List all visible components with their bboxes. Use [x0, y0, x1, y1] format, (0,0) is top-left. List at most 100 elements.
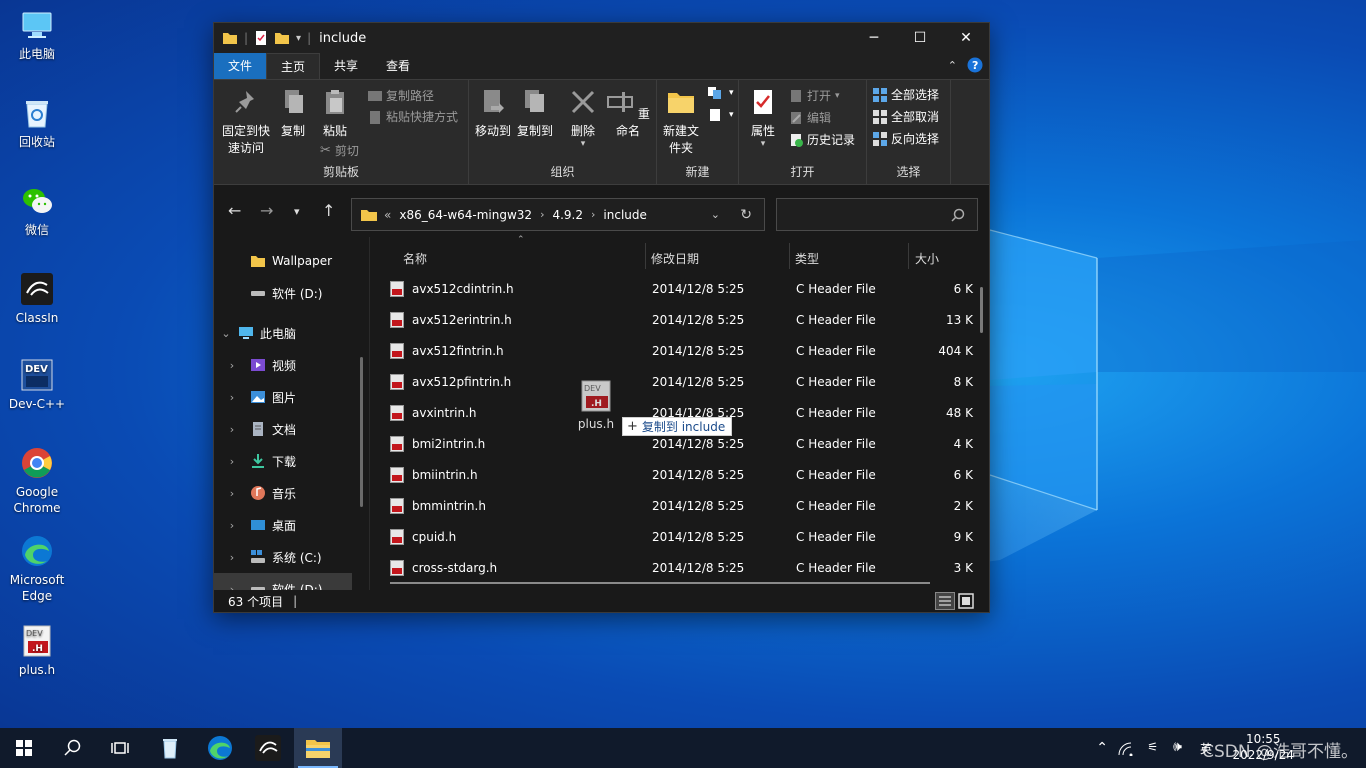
select-none-button[interactable]: 全部取消 [873, 108, 939, 125]
nav-item-desktop[interactable]: › 桌面 [214, 509, 354, 541]
desktop-icon-devcpp[interactable]: DEV Dev-C++ [4, 358, 70, 412]
nav-item-wallpaper[interactable]: Wallpaper [214, 245, 354, 277]
refresh-icon[interactable]: ↻ [740, 207, 752, 223]
table-row[interactable]: cross-stdarg.h 2014/12/8 5:25 C Header Fil… [372, 553, 989, 584]
properties-icon[interactable] [254, 30, 268, 46]
select-all-button[interactable]: 全部选择 [873, 86, 939, 103]
taskbar-app-recycle[interactable] [146, 728, 194, 768]
copy-path-button[interactable]: 复制路径 [368, 87, 434, 104]
task-view-button[interactable] [96, 728, 144, 768]
taskbar-app-edge[interactable] [196, 728, 244, 768]
table-row[interactable]: avx512fintrin.h 2014/12/8 5:25 C Header Fi… [372, 336, 989, 367]
move-to-button[interactable]: 移动到 [473, 88, 513, 140]
search-box[interactable] [776, 198, 978, 231]
copy-to-button[interactable]: 复制到 [515, 88, 555, 140]
properties-button[interactable]: 属性 ▾ [745, 88, 781, 149]
nav-item-this-pc[interactable]: ⌄ 此电脑 [214, 317, 354, 349]
taskbar-app-file-explorer[interactable] [294, 728, 342, 768]
open-button[interactable]: 打开 ▾ [789, 87, 840, 104]
tab-home[interactable]: 主页 [266, 53, 321, 79]
maximize-button[interactable]: ☐ [897, 23, 943, 53]
nav-item-pictures[interactable]: › 图片 [214, 381, 354, 413]
details-view-icon[interactable] [935, 592, 955, 610]
delete-button[interactable]: 删除 ▾ [563, 88, 603, 149]
tab-share[interactable]: 共享 [320, 53, 372, 79]
breadcrumb-item[interactable]: include [603, 208, 646, 222]
close-button[interactable]: ✕ [943, 23, 989, 53]
desktop-icon-plus-h[interactable]: DEV .H plus.h [4, 624, 70, 678]
nav-item-drive-d-2[interactable]: › 软件 (D:) [214, 573, 352, 590]
easy-access-button[interactable]: ▾ [707, 108, 734, 122]
paste-shortcut-button[interactable]: 粘贴快捷方式 [368, 108, 458, 125]
table-row[interactable]: bmiintrin.h 2014/12/8 5:25 C Header File 6 … [372, 460, 989, 491]
network-icon[interactable] [1118, 742, 1134, 756]
search-button[interactable] [48, 728, 96, 768]
start-button[interactable] [0, 728, 48, 768]
new-item-button[interactable]: ▾ [707, 86, 734, 100]
up-arrow-icon[interactable]: ↑ [322, 201, 335, 220]
breadcrumb-item[interactable]: x86_64-w64-mingw32 [399, 208, 532, 222]
chevron-right-icon[interactable]: › [214, 487, 250, 500]
breadcrumb-separator-icon[interactable]: › [540, 208, 544, 221]
column-header-type[interactable]: 类型 [795, 250, 819, 267]
table-row[interactable]: cpuid.h 2014/12/8 5:25 C Header File 9 K [372, 522, 989, 553]
customize-toolbar-icon[interactable]: ▾ [296, 33, 301, 44]
paste-button[interactable]: 粘贴 [318, 88, 352, 140]
file-list-horizontal-scrollbar[interactable] [390, 582, 930, 584]
battery-saver-icon[interactable]: ⚟ [1147, 740, 1158, 754]
nav-item-downloads[interactable]: › 下载 [214, 445, 354, 477]
desktop-icon-this-pc[interactable]: 此电脑 [4, 8, 70, 62]
minimize-button[interactable]: ─ [851, 23, 897, 53]
back-arrow-icon[interactable]: ← [228, 201, 241, 220]
large-icons-view-icon[interactable] [957, 592, 975, 610]
tab-file[interactable]: 文件 [214, 53, 267, 79]
chevron-right-icon[interactable]: › [214, 583, 250, 591]
pin-quick-access-button[interactable]: 固定到快速访问 [218, 88, 274, 157]
chevron-right-icon[interactable]: › [214, 423, 250, 436]
breadcrumb-item[interactable]: 4.9.2 [552, 208, 583, 222]
address-bar[interactable]: « x86_64-w64-mingw32 › 4.9.2 › include ⌄… [351, 198, 765, 231]
show-hidden-icons-chevron-icon[interactable]: ⌃ [1096, 740, 1108, 756]
desktop-icon-chrome[interactable]: Google Chrome [4, 446, 70, 516]
chevron-right-icon[interactable]: › [214, 391, 250, 404]
chevron-right-icon[interactable]: › [214, 359, 250, 372]
chevron-right-icon[interactable]: › [214, 551, 250, 564]
recent-locations-chevron-icon[interactable]: ▾ [294, 205, 300, 218]
nav-item-videos[interactable]: › 视频 [214, 349, 354, 381]
table-row[interactable]: avx512erintrin.h 2014/12/8 5:25 C Header F… [372, 305, 989, 336]
column-header-date[interactable]: 修改日期 [651, 250, 699, 267]
nav-pane-scrollbar[interactable] [360, 357, 363, 507]
nav-item-documents[interactable]: › 文档 [214, 413, 354, 445]
breadcrumb-separator-icon[interactable]: › [591, 208, 595, 221]
file-list-scrollbar[interactable] [980, 287, 983, 333]
table-row[interactable]: avx512cdintrin.h 2014/12/8 5:25 C Header F… [372, 274, 989, 305]
nav-item-music[interactable]: › 音乐 [214, 477, 354, 509]
chevron-right-icon[interactable]: › [214, 519, 250, 532]
table-row[interactable]: avx512pfintrin.h 2014/12/8 5:25 C Header F… [372, 367, 989, 398]
desktop-icon-recycle-bin[interactable]: 回收站 [4, 96, 70, 150]
column-header-size[interactable]: 大小 [915, 250, 939, 267]
copy-button[interactable]: 复制 [276, 88, 310, 140]
edit-button[interactable]: 编辑 [789, 109, 831, 126]
cut-button[interactable]: ✂ 剪切 [320, 142, 359, 159]
nav-item-drive-d[interactable]: 软件 (D:) [214, 277, 354, 309]
volume-icon[interactable]: 🕪 [1173, 739, 1182, 755]
forward-arrow-icon[interactable]: → [260, 201, 273, 220]
new-folder-icon[interactable] [274, 31, 290, 45]
invert-selection-button[interactable]: 反向选择 [873, 130, 939, 147]
chevron-right-icon[interactable]: › [214, 455, 250, 468]
table-row[interactable]: bmmintrin.h 2014/12/8 5:25 C Header File 2 … [372, 491, 989, 522]
desktop-icon-classin[interactable]: ClassIn [4, 272, 70, 326]
chevron-down-icon[interactable]: ⌄ [214, 327, 238, 340]
collapse-ribbon-icon[interactable]: ⌃ [948, 59, 957, 72]
nav-item-drive-c[interactable]: › 系统 (C:) [214, 541, 354, 573]
column-header-name[interactable]: 名称 [403, 250, 427, 267]
desktop-icon-edge[interactable]: Microsoft Edge [4, 534, 70, 604]
help-icon[interactable]: ? [967, 57, 983, 73]
taskbar-app-classin[interactable] [244, 728, 292, 768]
rename-button[interactable]: 重命名 [605, 88, 651, 140]
breadcrumb-overflow[interactable]: « [384, 208, 391, 222]
new-folder-button[interactable]: 新建文件夹 [661, 88, 701, 157]
history-button[interactable]: 历史记录 [789, 131, 855, 148]
desktop-icon-wechat[interactable]: 微信 [4, 184, 70, 238]
